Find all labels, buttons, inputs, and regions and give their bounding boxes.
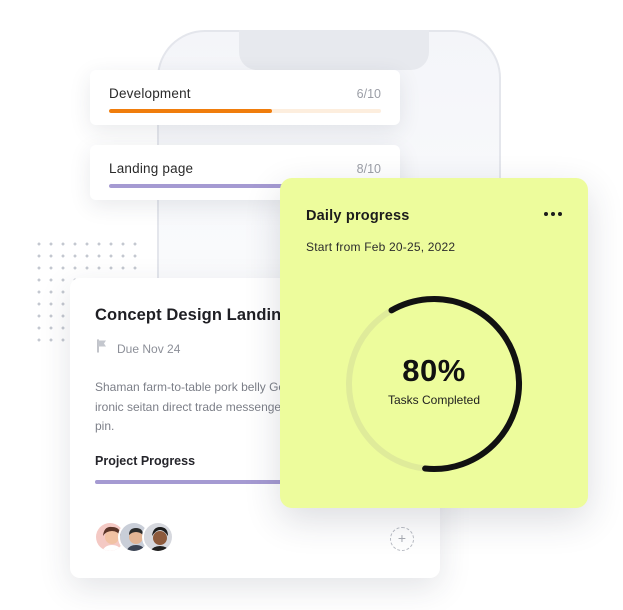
task-progress-bar — [109, 109, 381, 113]
daily-progress-date-range: Start from Feb 20-25, 2022 — [306, 240, 456, 254]
due-date: Due Nov 24 — [117, 341, 181, 356]
task-title: Landing page — [109, 161, 194, 176]
daily-progress-card[interactable]: Daily progress Start from Feb 20-25, 202… — [280, 178, 588, 508]
progress-percent: 80% — [402, 353, 466, 388]
avatar[interactable] — [142, 521, 174, 553]
task-count: 6/10 — [356, 86, 381, 101]
task-count: 8/10 — [356, 161, 381, 176]
more-horizontal-icon[interactable] — [544, 212, 562, 216]
team-avatars[interactable] — [94, 521, 174, 553]
flag-icon — [95, 339, 109, 358]
daily-progress-title: Daily progress — [306, 208, 410, 224]
phone-notch — [239, 30, 429, 70]
task-card-development[interactable]: Development 6/10 — [90, 70, 400, 125]
task-progress-fill — [109, 109, 273, 113]
add-member-button[interactable]: + — [390, 527, 414, 551]
task-title: Development — [109, 86, 191, 101]
progress-caption: Tasks Completed — [387, 393, 481, 407]
progress-ring-center: 80% Tasks Completed — [342, 292, 526, 476]
